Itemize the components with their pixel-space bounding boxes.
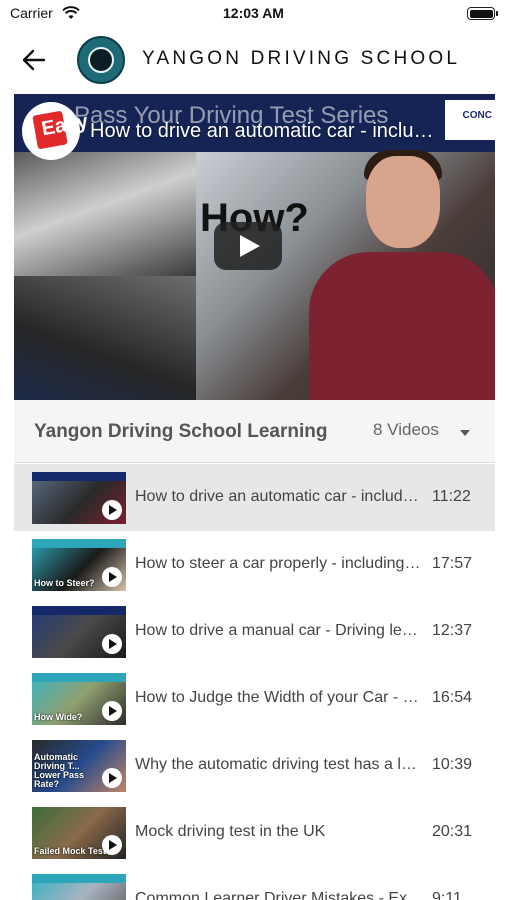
video-row-duration: 11:22 <box>432 488 471 505</box>
list-item[interactable]: How to drive a manual car - Driving less… <box>14 598 495 665</box>
video-thumbnail: How Wide? <box>32 673 126 725</box>
clock: 12:03 AM <box>223 5 284 21</box>
video-thumbnail: Failed Mock Test <box>32 807 126 859</box>
video-list: How to drive an automatic car - includin… <box>14 464 495 900</box>
app-header: YANGON DRIVING SCHOOL <box>0 30 507 90</box>
video-row-title: Common Learner Driver Mistakes - Ex... <box>135 890 421 900</box>
play-icon <box>102 634 122 654</box>
school-logo <box>77 36 125 84</box>
video-thumbnail <box>32 874 126 900</box>
thumbnail-gear-shift-image <box>14 152 196 276</box>
video-row-title: Why the automatic driving test has a low… <box>135 756 421 773</box>
video-thumbnail <box>32 472 126 524</box>
back-arrow-icon[interactable] <box>18 44 50 76</box>
more-vertical-icon[interactable] <box>438 122 458 148</box>
battery-icon <box>467 7 498 20</box>
video-title[interactable]: How to drive an automatic car - includin… <box>90 120 440 143</box>
status-bar: Carrier 12:03 AM <box>0 0 507 28</box>
video-row-duration: 12:37 <box>432 622 473 639</box>
video-thumbnail: How to Steer? <box>32 539 126 591</box>
brand-text: CONC <box>462 110 492 121</box>
video-row-title: How to drive an automatic car - includin… <box>135 488 421 505</box>
page-title: YANGON DRIVING SCHOOL <box>142 48 461 69</box>
playlist-title: Yangon Driving School Learning <box>34 421 328 442</box>
play-icon[interactable] <box>214 222 282 270</box>
video-thumbnail: Automatic Driving T... Lower Pass Rate? <box>32 740 126 792</box>
play-icon <box>102 701 122 721</box>
list-item[interactable]: How Wide? How to Judge the Width of your… <box>14 665 495 732</box>
list-item[interactable]: Failed Mock Test Mock driving test in th… <box>14 799 495 866</box>
list-item[interactable]: How to drive an automatic car - includin… <box>14 464 495 531</box>
video-row-duration: 20:31 <box>432 823 473 840</box>
video-player[interactable]: Pass Your Driving Test Series CONC How? … <box>14 94 495 400</box>
list-item[interactable]: Common Learner Driver Mistakes - Ex... 9… <box>14 866 495 900</box>
thumbnail-pedals-image <box>14 276 196 400</box>
channel-avatar[interactable]: Easy <box>22 102 90 160</box>
video-thumbnail <box>32 606 126 658</box>
video-row-title: Mock driving test in the UK <box>135 823 326 840</box>
video-row-title: How to Judge the Width of your Car - Dri… <box>135 689 421 706</box>
play-icon <box>102 500 122 520</box>
list-item[interactable]: Automatic Driving T... Lower Pass Rate? … <box>14 732 495 799</box>
play-icon <box>102 567 122 587</box>
video-count: 8 Videos <box>373 420 439 439</box>
presenter-head <box>366 156 440 248</box>
play-icon <box>102 835 122 855</box>
video-row-title: How to drive a manual car - Driving less… <box>135 622 421 639</box>
list-item[interactable]: How to Steer? How to steer a car properl… <box>14 531 495 598</box>
play-icon <box>102 768 122 788</box>
video-row-duration: 9:11 <box>432 890 462 900</box>
caret-down-icon[interactable] <box>460 430 470 436</box>
video-row-duration: 17:57 <box>432 555 473 572</box>
video-row-duration: 16:54 <box>432 689 473 706</box>
presenter-body <box>309 252 495 400</box>
video-row-duration: 10:39 <box>432 756 473 773</box>
playlist-header[interactable]: Yangon Driving School Learning 8 Videos <box>14 400 495 463</box>
video-row-title: How to steer a car properly - including … <box>135 555 421 572</box>
